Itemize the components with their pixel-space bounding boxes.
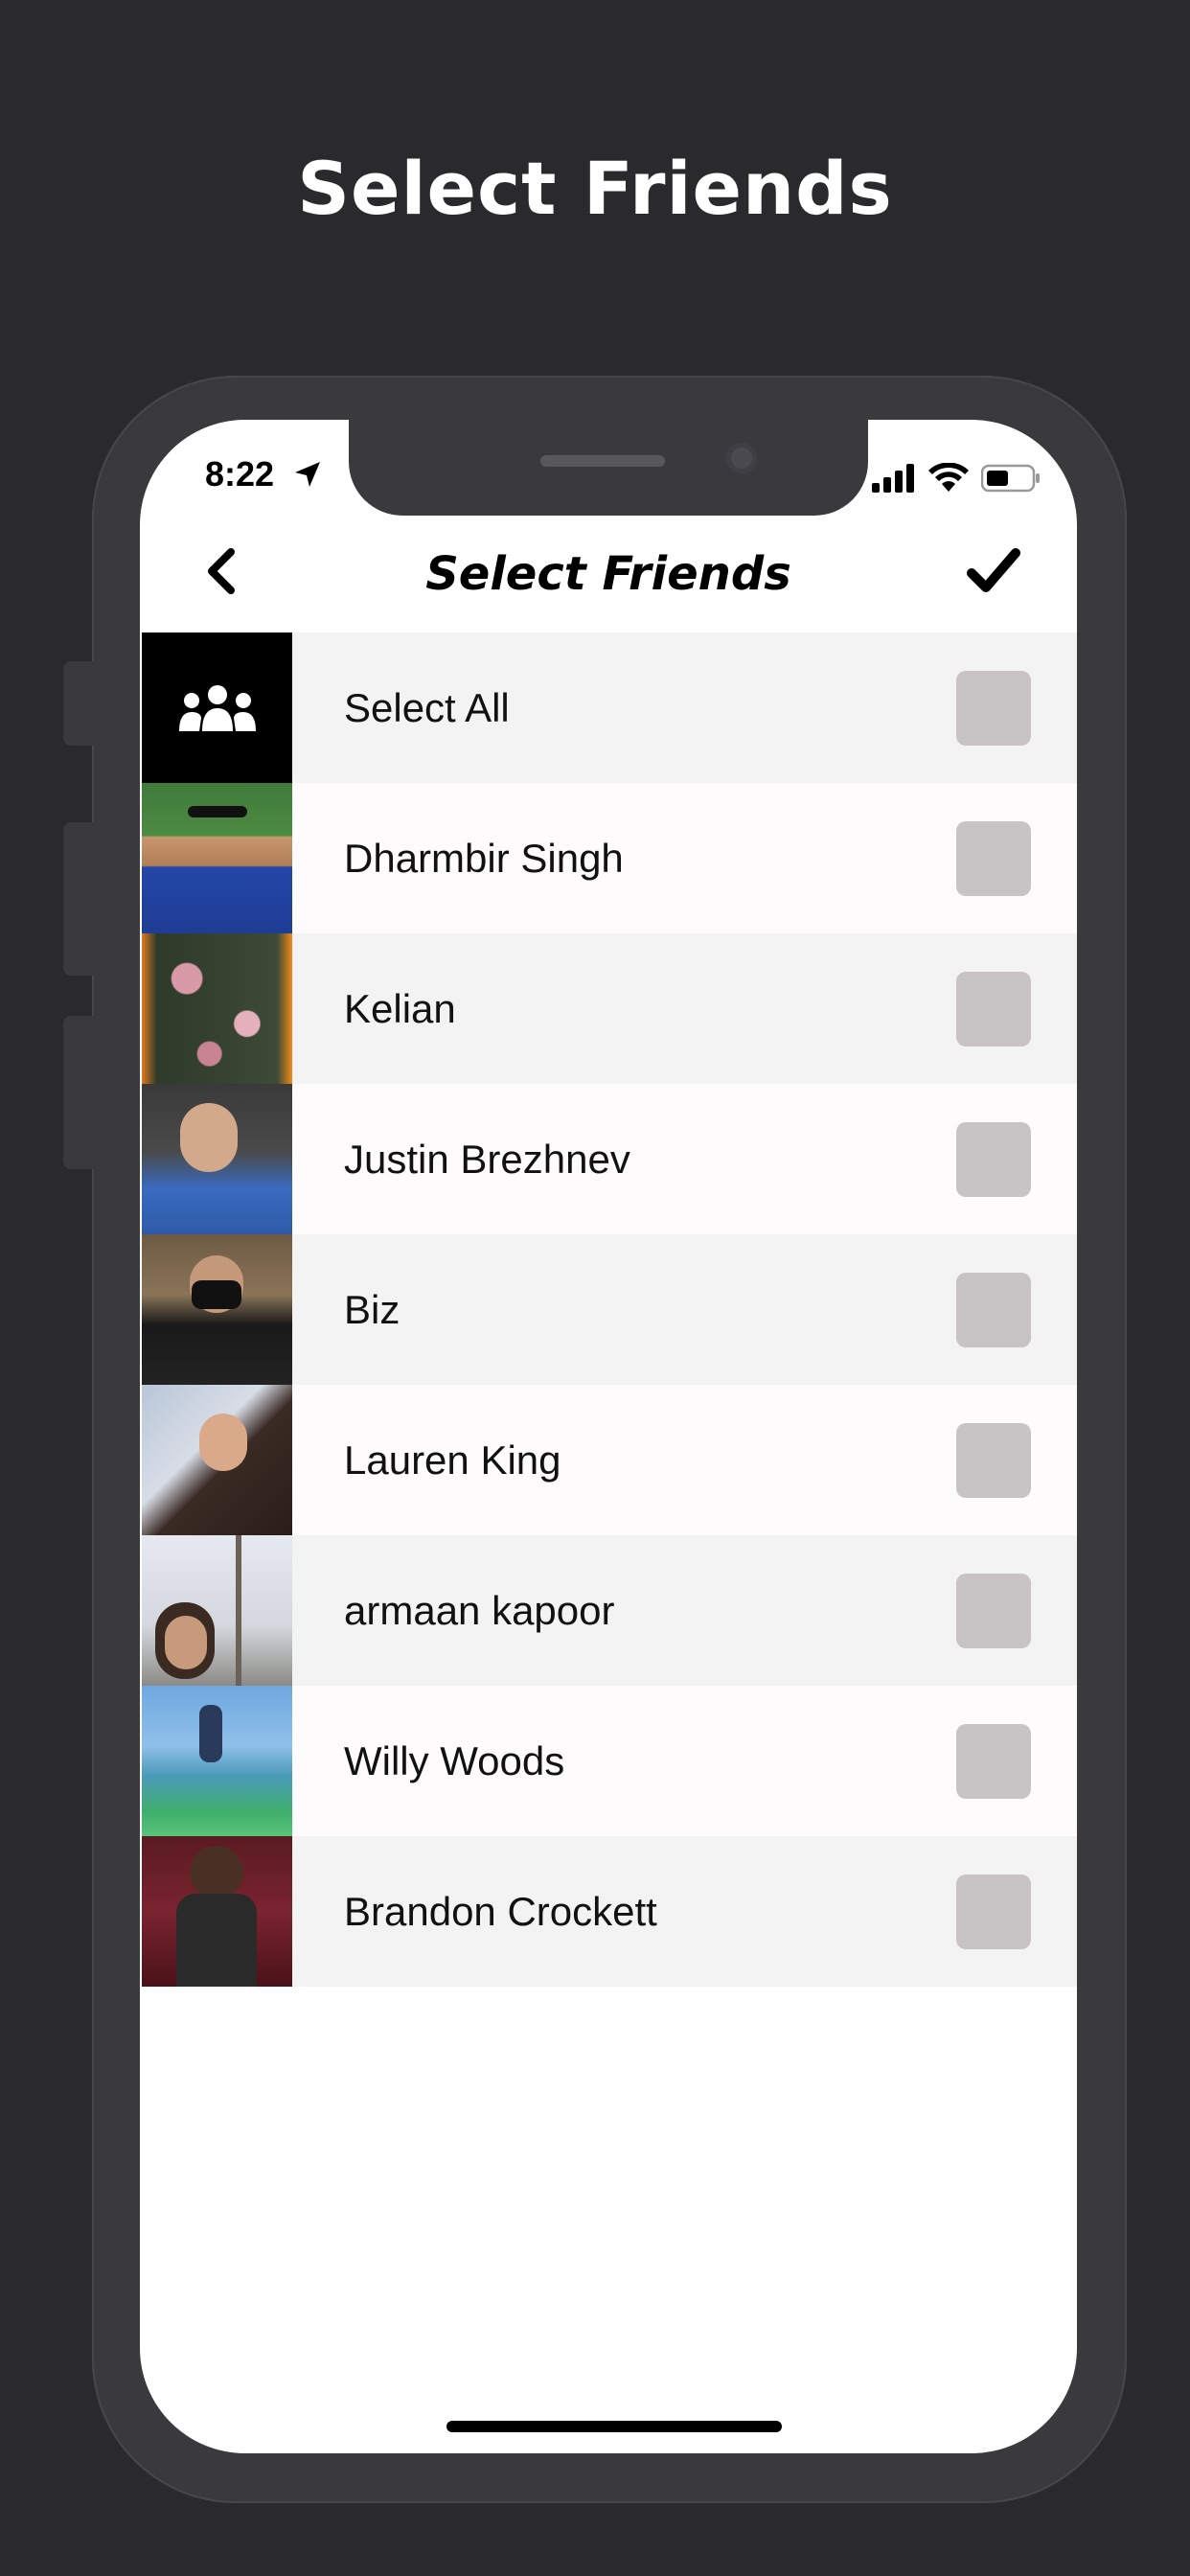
friend-avatar [142, 1084, 292, 1234]
friend-row[interactable]: Justin Brezhnev [142, 1084, 1077, 1234]
home-indicator[interactable] [446, 2421, 782, 2432]
friend-name: Biz [344, 1286, 400, 1332]
select-all-row[interactable]: Select All [142, 632, 1077, 783]
friend-name: Lauren King [344, 1437, 561, 1483]
status-indicators [872, 462, 1041, 494]
navigation-bar: Select Friends [140, 516, 1077, 632]
friend-avatar [142, 933, 292, 1084]
friend-row[interactable]: Willy Woods [142, 1686, 1077, 1836]
friend-avatar [142, 1385, 292, 1535]
speaker [540, 455, 665, 467]
select-all-checkbox[interactable] [956, 671, 1031, 746]
mute-switch [63, 661, 94, 746]
friend-row[interactable]: Kelian [142, 933, 1077, 1084]
friend-checkbox[interactable] [956, 1574, 1031, 1648]
front-camera [726, 443, 757, 473]
friend-name: Willy Woods [344, 1737, 565, 1783]
friend-name: armaan kapoor [344, 1587, 615, 1633]
friend-row[interactable]: Biz [142, 1234, 1077, 1385]
friend-checkbox[interactable] [956, 1423, 1031, 1498]
phone-screen: 8:22 Select Friends Select All Dharmbir … [140, 420, 1077, 2453]
back-button[interactable] [194, 542, 247, 600]
friend-row[interactable]: Lauren King [142, 1385, 1077, 1535]
done-button[interactable] [964, 540, 1023, 600]
location-arrow-icon [295, 462, 320, 487]
friend-name: Kelian [344, 985, 456, 1031]
chevron-left-icon [208, 548, 235, 594]
promo-title: Select Friends [297, 146, 893, 231]
friend-row[interactable]: Dharmbir Singh [142, 783, 1077, 933]
friend-checkbox[interactable] [956, 1122, 1031, 1197]
friend-checkbox[interactable] [956, 1874, 1031, 1949]
friend-avatar [142, 1234, 292, 1385]
friend-checkbox[interactable] [956, 1273, 1031, 1347]
friend-list: Select All Dharmbir Singh Kelian Justin … [142, 632, 1077, 1987]
friend-name: Justin Brezhnev [344, 1136, 630, 1182]
page-title: Select Friends [425, 547, 791, 601]
friend-checkbox[interactable] [956, 821, 1031, 896]
cellular-signal-icon [872, 464, 914, 493]
wifi-icon [928, 463, 969, 492]
friend-avatar [142, 1686, 292, 1836]
friend-avatar [142, 1836, 292, 1987]
battery-icon [981, 464, 1040, 493]
group-icon [142, 632, 292, 783]
friend-avatar [142, 1535, 292, 1686]
friend-row[interactable]: armaan kapoor [142, 1535, 1077, 1686]
friend-name: Brandon Crockett [344, 1888, 657, 1934]
notch [349, 420, 868, 516]
status-time: 8:22 [205, 454, 275, 494]
checkmark-icon [967, 548, 1020, 592]
select-all-label: Select All [344, 684, 510, 730]
friend-row[interactable]: Brandon Crockett [142, 1836, 1077, 1987]
friend-checkbox[interactable] [956, 1724, 1031, 1799]
friend-checkbox[interactable] [956, 972, 1031, 1046]
volume-down-button [63, 1016, 94, 1169]
friend-name: Dharmbir Singh [344, 835, 624, 881]
volume-up-button [63, 822, 94, 976]
friend-avatar [142, 783, 292, 933]
